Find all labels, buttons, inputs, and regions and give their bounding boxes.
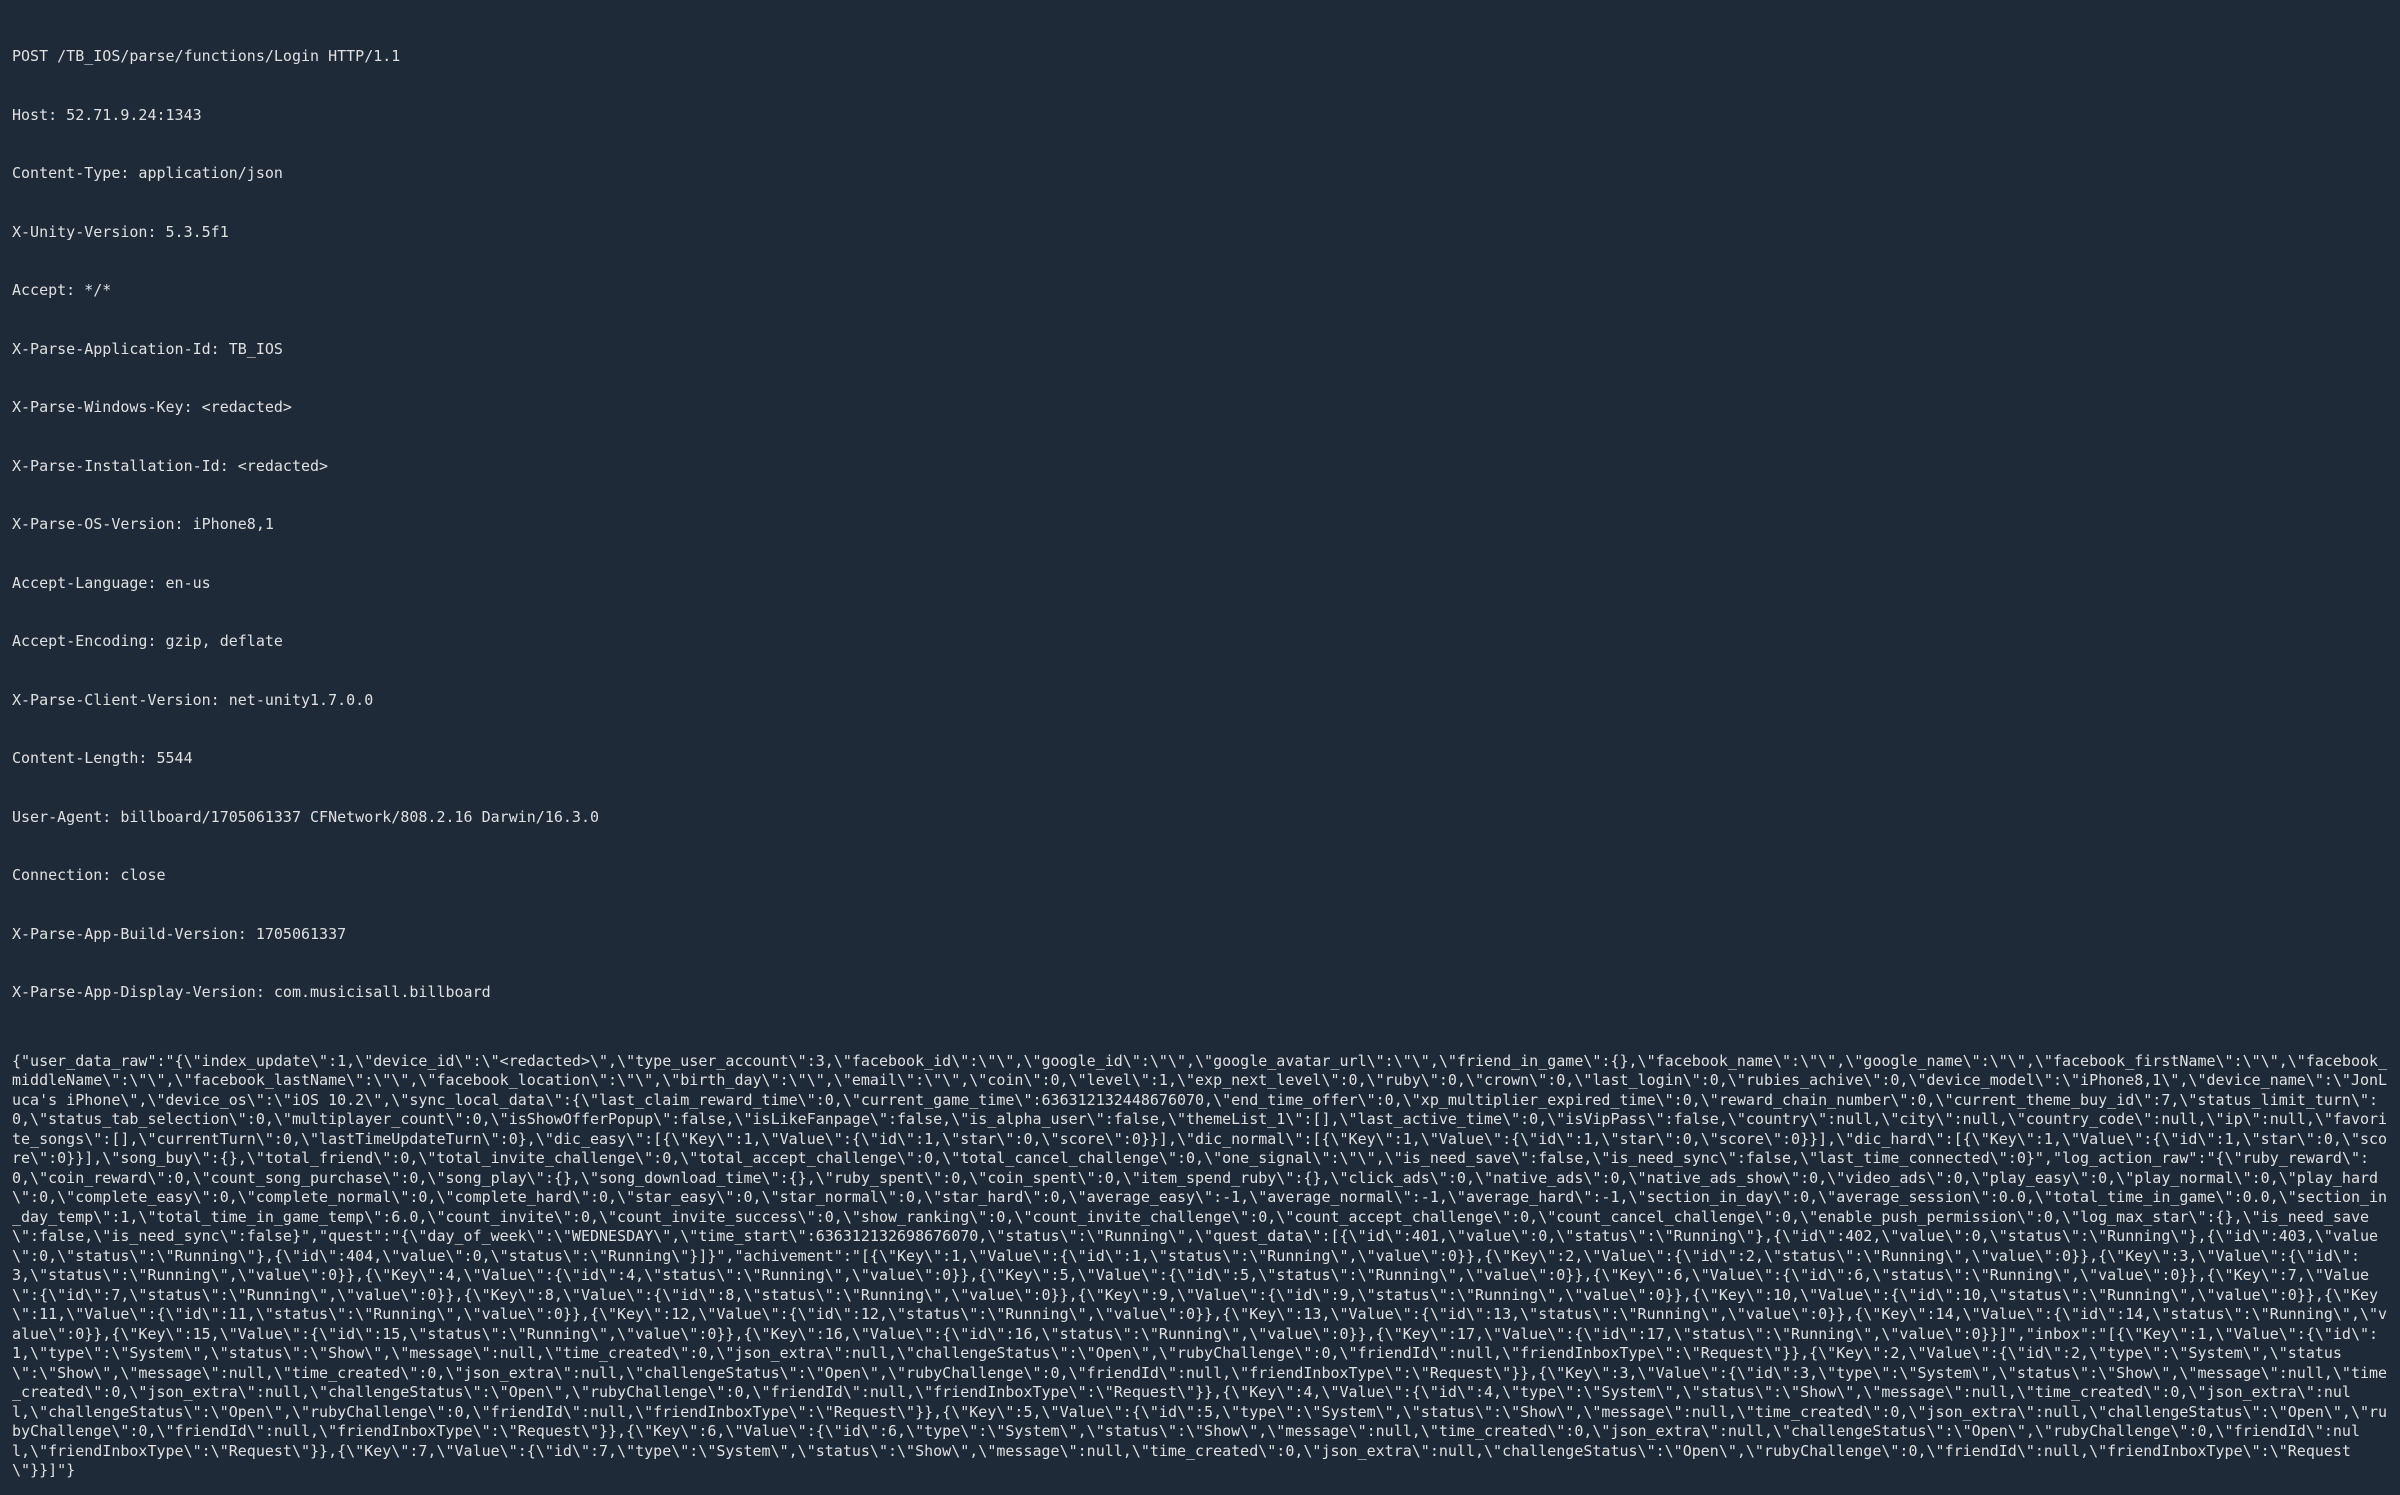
header-content-length: Content-Length: 5544 bbox=[12, 749, 2388, 769]
header-x-parse-app-display-version: X-Parse-App-Display-Version: com.musicis… bbox=[12, 983, 2388, 1003]
header-x-parse-installation-id: X-Parse-Installation-Id: <redacted> bbox=[12, 457, 2388, 477]
http-headers-block[interactable]: POST /TB_IOS/parse/functions/Login HTTP/… bbox=[12, 8, 2388, 1042]
header-content-type: Content-Type: application/json bbox=[12, 164, 2388, 184]
header-host: Host: 52.71.9.24:1343 bbox=[12, 106, 2388, 126]
header-accept: Accept: */* bbox=[12, 281, 2388, 301]
header-x-parse-app-id: X-Parse-Application-Id: TB_IOS bbox=[12, 340, 2388, 360]
header-x-unity-version: X-Unity-Version: 5.3.5f1 bbox=[12, 223, 2388, 243]
http-body-json[interactable]: {"user_data_raw":"{\"index_update\":1,\"… bbox=[12, 1052, 2388, 1481]
header-accept-encoding: Accept-Encoding: gzip, deflate bbox=[12, 632, 2388, 652]
header-x-parse-windows-key: X-Parse-Windows-Key: <redacted> bbox=[12, 398, 2388, 418]
header-x-parse-os-version: X-Parse-OS-Version: iPhone8,1 bbox=[12, 515, 2388, 535]
header-x-parse-app-build-version: X-Parse-App-Build-Version: 1705061337 bbox=[12, 925, 2388, 945]
header-x-parse-client-version: X-Parse-Client-Version: net-unity1.7.0.0 bbox=[12, 691, 2388, 711]
header-accept-language: Accept-Language: en-us bbox=[12, 574, 2388, 594]
header-user-agent: User-Agent: billboard/1705061337 CFNetwo… bbox=[12, 808, 2388, 828]
request-line: POST /TB_IOS/parse/functions/Login HTTP/… bbox=[12, 47, 2388, 67]
http-request-panel: POST /TB_IOS/parse/functions/Login HTTP/… bbox=[0, 0, 2400, 1495]
header-connection: Connection: close bbox=[12, 866, 2388, 886]
